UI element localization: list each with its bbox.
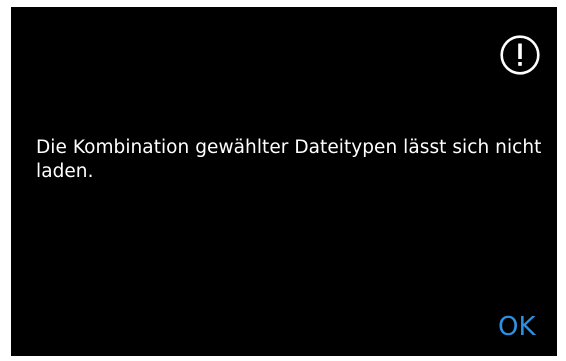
exclamation-circle-icon <box>500 35 540 75</box>
dialog-message: Die Kombination gewählter Dateitypen läs… <box>36 137 542 182</box>
ok-button[interactable]: OK <box>498 311 536 343</box>
alert-dialog: Die Kombination gewählter Dateitypen läs… <box>11 7 557 356</box>
